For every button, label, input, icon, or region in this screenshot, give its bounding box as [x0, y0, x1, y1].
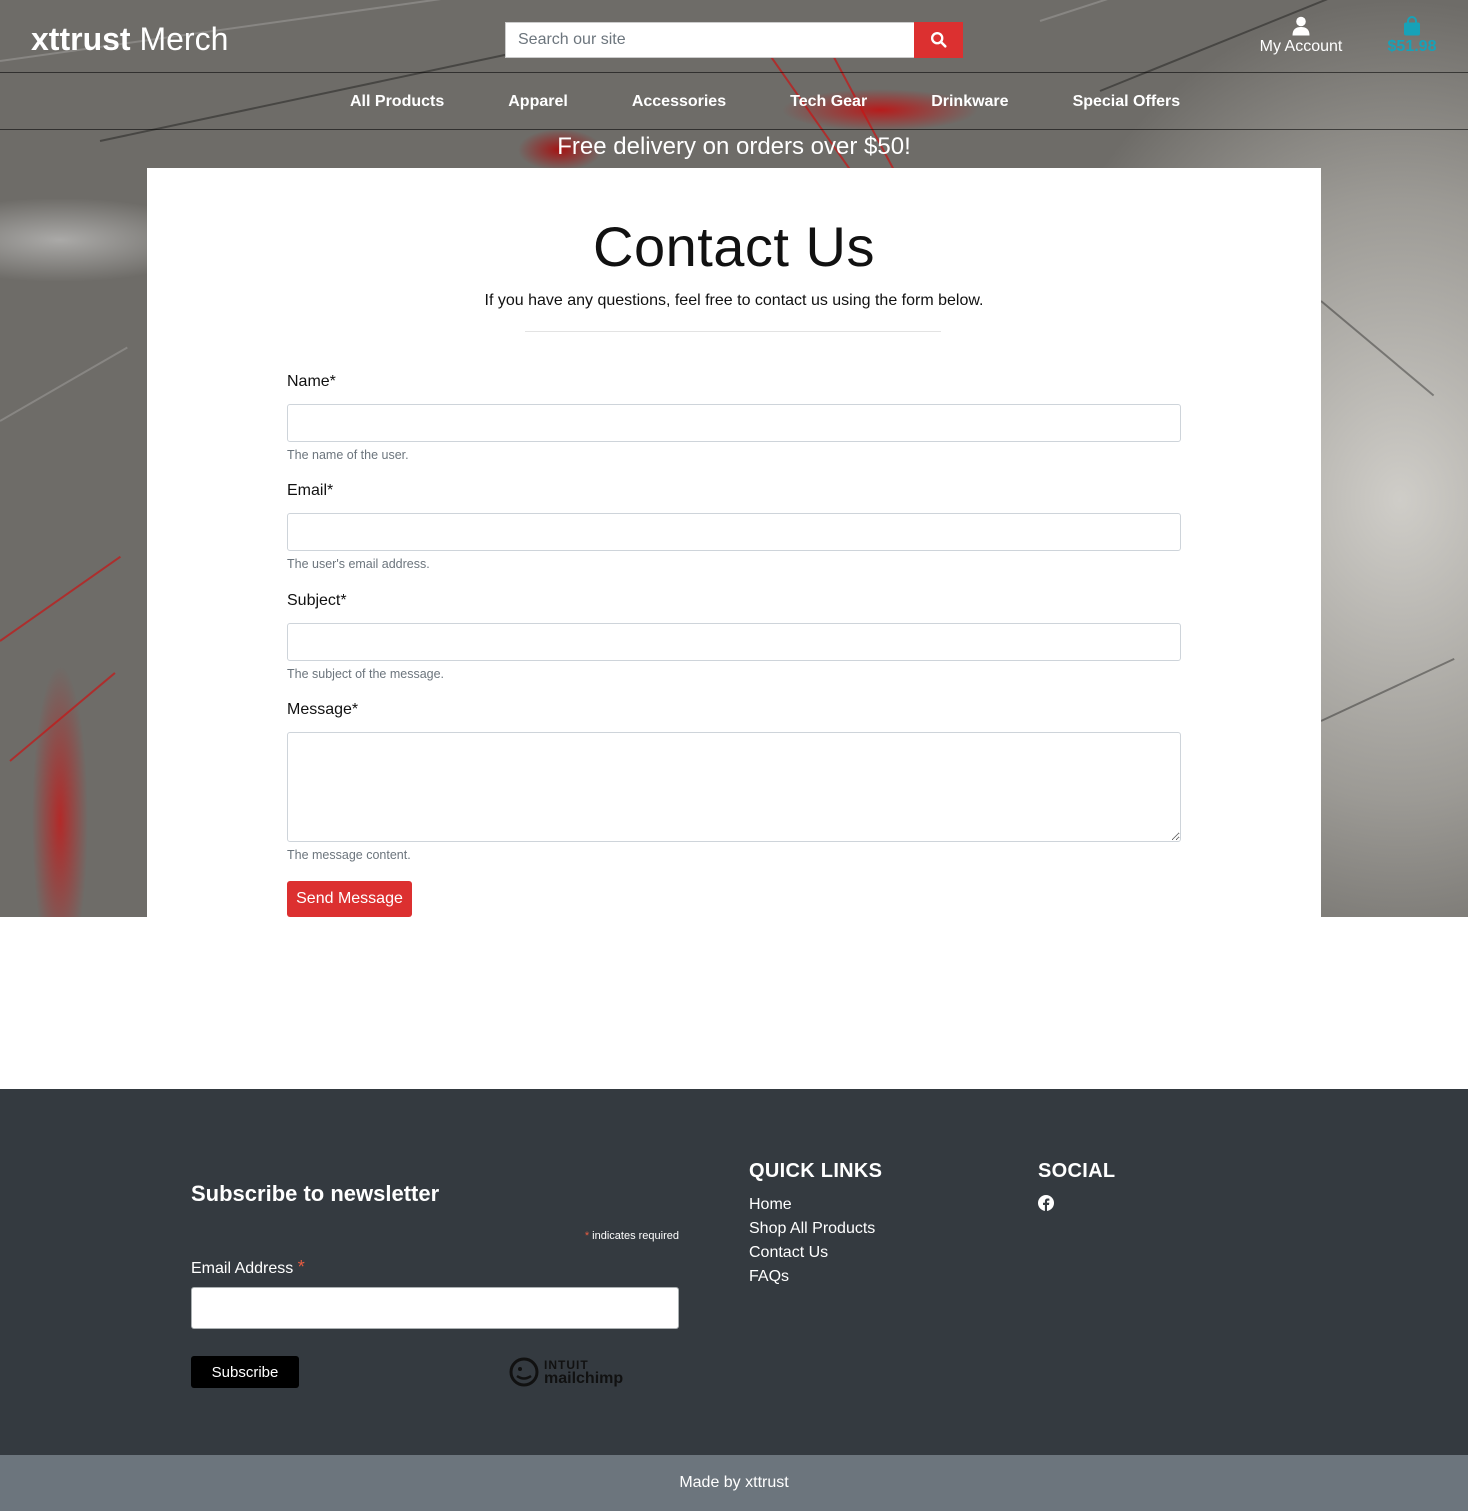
- nav-accessories[interactable]: Accessories: [600, 93, 758, 111]
- newsletter-email-input[interactable]: [191, 1287, 679, 1329]
- promo-banner: Free delivery on orders over $50!: [557, 133, 911, 160]
- mailchimp-badge[interactable]: INTUIT mailchimp: [508, 1356, 623, 1388]
- search-input[interactable]: [505, 22, 914, 58]
- subject-group: Subject* The subject of the message.: [287, 592, 1181, 685]
- user-icon: [1292, 16, 1310, 36]
- footer-link-home[interactable]: Home: [749, 1193, 875, 1217]
- contact-section: Contact Us If you have any questions, fe…: [147, 168, 1321, 917]
- nav-drinkware[interactable]: Drinkware: [899, 93, 1040, 111]
- email-label: Email*: [287, 482, 334, 499]
- nav-apparel[interactable]: Apparel: [476, 93, 600, 111]
- footer-link-faqs[interactable]: FAQs: [749, 1265, 875, 1289]
- facebook-link[interactable]: [1038, 1195, 1054, 1216]
- email-field[interactable]: [287, 513, 1181, 551]
- cart-total: $51.98: [1387, 38, 1437, 55]
- footer-credit: Made by xttrust: [0, 1455, 1468, 1511]
- search-button[interactable]: [914, 22, 963, 58]
- subscribe-button[interactable]: Subscribe: [191, 1356, 299, 1388]
- message-field[interactable]: [287, 732, 1181, 842]
- brand-light: Merch: [130, 21, 229, 57]
- name-help: The name of the user.: [287, 448, 409, 462]
- cart-link[interactable]: $51.98: [1380, 16, 1444, 56]
- header-bar: xttrust Merch My Account $51.98: [0, 0, 1468, 73]
- subject-label: Subject*: [287, 592, 347, 609]
- message-group: Message* The message content.: [287, 701, 1181, 866]
- mailchimp-line2: mailchimp: [544, 1370, 624, 1387]
- quick-links-list: Home Shop All Products Contact Us FAQs: [749, 1193, 875, 1289]
- search-form: [505, 22, 963, 58]
- quick-links-heading: QUICK LINKS: [749, 1160, 883, 1182]
- nav-tech-gear[interactable]: Tech Gear: [758, 93, 899, 111]
- subject-field[interactable]: [287, 623, 1181, 661]
- subject-help: The subject of the message.: [287, 667, 445, 681]
- shopping-bag-icon: [1404, 16, 1420, 36]
- my-account-label: My Account: [1259, 38, 1343, 55]
- message-help: The message content.: [287, 848, 411, 862]
- my-account-link[interactable]: My Account: [1255, 16, 1347, 56]
- search-icon: [930, 31, 947, 48]
- name-label: Name*: [287, 373, 336, 390]
- nav-all-products[interactable]: All Products: [318, 93, 476, 111]
- newsletter-email-asterisk: *: [297, 1257, 305, 1277]
- divider: [525, 331, 941, 332]
- main-nav: All Products Apparel Accessories Tech Ge…: [0, 73, 1468, 130]
- name-group: Name* The name of the user.: [287, 373, 1181, 466]
- email-group: Email* The user's email address.: [287, 482, 1181, 575]
- required-note: * indicates required: [490, 1230, 679, 1242]
- footer-link-shop-all[interactable]: Shop All Products: [749, 1217, 875, 1241]
- nav-special-offers[interactable]: Special Offers: [1041, 93, 1213, 111]
- newsletter-title: Subscribe to newsletter: [191, 1181, 440, 1206]
- site-logo[interactable]: xttrust Merch: [31, 20, 228, 58]
- name-field[interactable]: [287, 404, 1181, 442]
- facebook-icon: [1038, 1195, 1054, 1211]
- social-heading: SOCIAL: [1038, 1160, 1116, 1182]
- message-label: Message*: [287, 701, 359, 718]
- footer: Subscribe to newsletter * indicates requ…: [0, 1089, 1468, 1455]
- required-note-text: indicates required: [589, 1230, 679, 1242]
- footer-link-contact[interactable]: Contact Us: [749, 1241, 875, 1265]
- mailchimp-icon: [509, 1357, 539, 1387]
- email-help: The user's email address.: [287, 557, 430, 571]
- mailchimp-wordmark: INTUIT mailchimp: [544, 1359, 624, 1387]
- page-intro: If you have any questions, feel free to …: [484, 292, 984, 309]
- newsletter-email-label-text: Email Address: [191, 1260, 298, 1277]
- brand-bold: xttrust: [31, 21, 131, 57]
- newsletter-email-label: Email Address *: [191, 1257, 305, 1278]
- page-title: Contact Us: [593, 215, 875, 278]
- send-message-button[interactable]: Send Message: [287, 881, 412, 917]
